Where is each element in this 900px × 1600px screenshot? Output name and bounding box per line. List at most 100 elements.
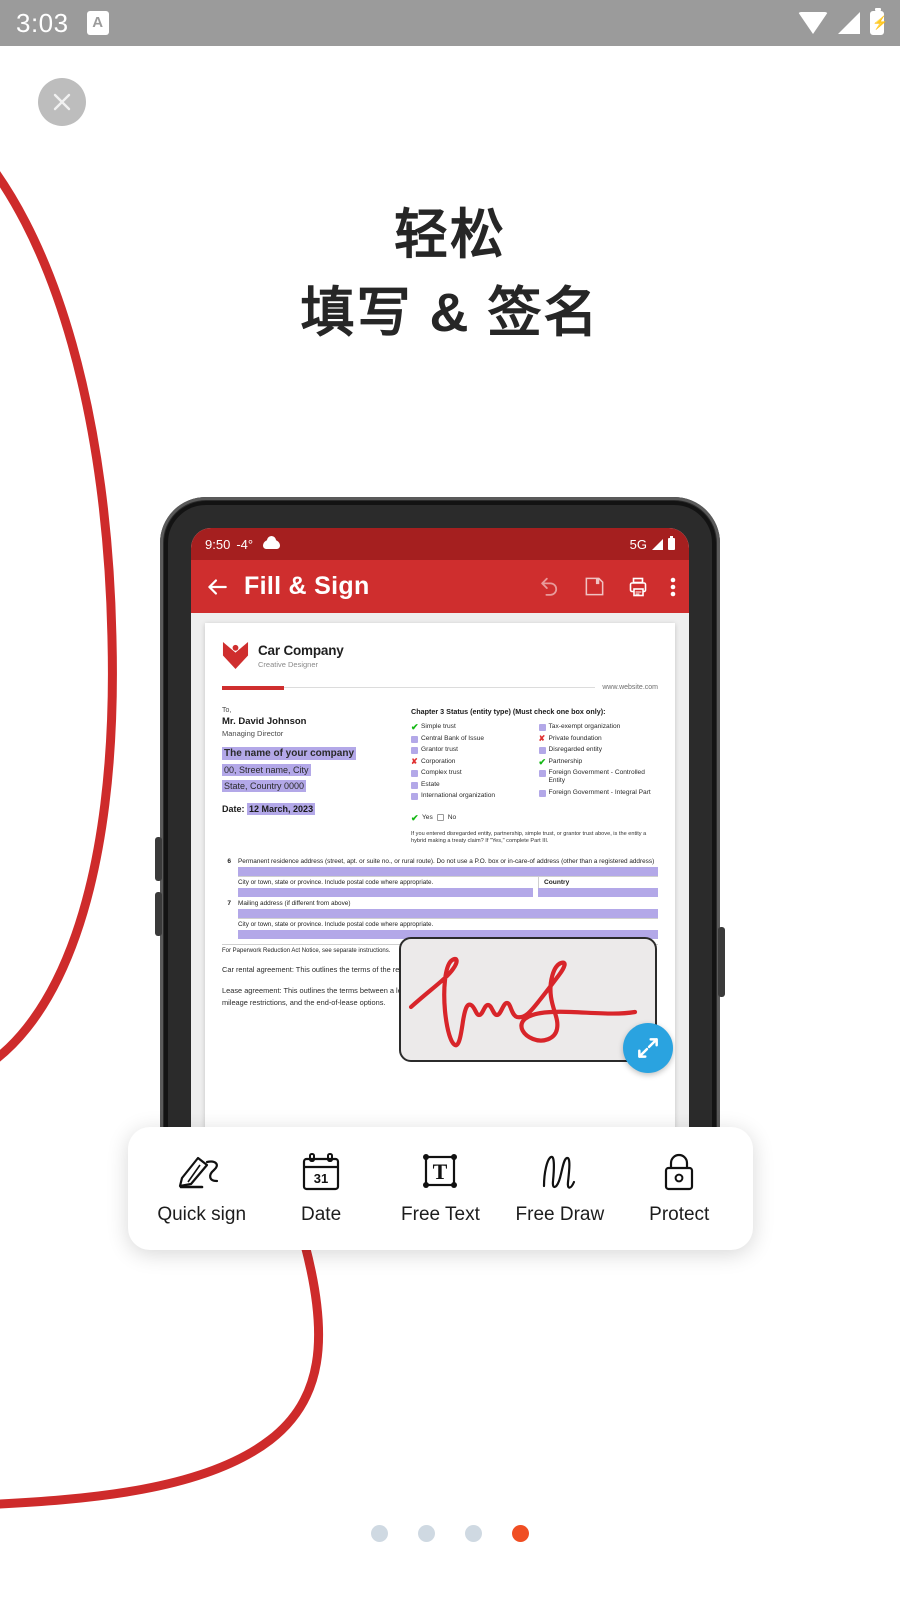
checkbox-empty (411, 770, 418, 777)
checkbox-column-right: Tax-exempt organization ✘ Private foundati… (538, 723, 659, 804)
yes-no-row[interactable]: ✔ Yes No (411, 813, 658, 822)
pagination-dot[interactable] (465, 1525, 482, 1542)
row-6-country-input[interactable] (538, 887, 658, 897)
tool-quick-sign[interactable]: Quick sign (143, 1151, 261, 1226)
more-options-icon[interactable] (670, 575, 676, 599)
phone-mockup: 9:50 -4° 5G Fill & Sign Car Company Crea… (155, 497, 725, 1157)
row-7-city-label: City or town, state or province. Include… (238, 920, 434, 928)
pagination-dot[interactable] (418, 1525, 435, 1542)
checkbox-label: Central Bank of Issue (421, 734, 485, 742)
field-street-row[interactable]: 00, Street name, City (222, 764, 397, 776)
checkbox-grid: ✔ Simple trust Central Bank of Issue Granto… (411, 723, 658, 804)
signature-ink (408, 956, 638, 1048)
row-7-number: 7 (227, 899, 231, 907)
print-icon[interactable] (626, 575, 650, 599)
checkbox-label: Tax-exempt organization (548, 723, 621, 730)
phone-status-time: 9:50 (205, 536, 231, 552)
tool-label-free-text: Free Text (401, 1204, 480, 1225)
checkbox-row[interactable]: Foreign Government - Integral Part (538, 788, 659, 797)
signature-overlay[interactable] (399, 937, 657, 1062)
pagination-dot[interactable] (371, 1525, 388, 1542)
pagination-dot-active[interactable] (512, 1525, 529, 1542)
checkbox-label: Grantor trust (421, 746, 459, 753)
checkbox-label: Simple trust (421, 723, 456, 730)
save-icon[interactable] (583, 575, 606, 598)
row-6-input[interactable] (238, 866, 658, 876)
protect-lock-icon (665, 1153, 694, 1191)
tool-date[interactable]: 31 Date (262, 1151, 380, 1226)
yes-label: Yes (422, 813, 433, 821)
cloud-icon (263, 535, 281, 549)
checkbox-row[interactable]: Tax-exempt organization (538, 723, 659, 731)
row-6-city-input[interactable] (238, 887, 533, 897)
checkbox-row[interactable]: International organization (411, 792, 531, 800)
checkbox-label: Partnership (548, 757, 583, 765)
company-tagline: Creative Designer (258, 660, 319, 669)
checkbox-label: Private foundation (548, 734, 602, 742)
document-left-column: To, Mr. David Johnson Managing Director … (222, 707, 397, 846)
checkbox-row[interactable]: Complex trust (411, 769, 531, 777)
undo-icon[interactable] (538, 574, 563, 599)
row-7-label: Mailing address (if different from above… (238, 899, 351, 907)
row-6-city-label: City or town, state or province. Include… (238, 878, 434, 886)
date-row[interactable]: Date: 12 March, 2023 (222, 803, 397, 815)
divider-line (284, 686, 596, 689)
field-company-row[interactable]: The name of your company (222, 747, 397, 760)
checkbox-row[interactable]: Central Bank of Issue (411, 735, 531, 743)
company-website: www.website.com (602, 684, 658, 691)
checkbox-empty (538, 770, 546, 777)
row-7-input[interactable] (238, 908, 658, 918)
tool-label-date: Date (301, 1204, 342, 1225)
tool-label-protect: Protect (649, 1204, 710, 1225)
document-right-column: Chapter 3 Status (entity type) (Must che… (411, 707, 658, 846)
row-6-country-label: Country (538, 876, 658, 888)
document-columns: To, Mr. David Johnson Managing Director … (222, 707, 658, 846)
checkbox-label: Disregarded entity (548, 746, 603, 753)
checkbox-row[interactable]: ✔ Simple trust (411, 723, 531, 732)
checkbox-label: Foreign Government - Controlled Entity (548, 769, 645, 784)
back-arrow-icon[interactable] (204, 574, 230, 600)
headline-line-1: 轻松 (394, 205, 506, 265)
checkbox-label: Foreign Government - Integral Part (548, 788, 651, 796)
phone-side-button-top (155, 837, 162, 881)
resize-expand-icon (638, 1038, 658, 1058)
checkbox-row[interactable]: Estate (411, 781, 531, 789)
app-bar-actions (538, 574, 676, 599)
recipient-role: Managing Director (222, 729, 284, 738)
field-street-value: 00, Street name, City (222, 764, 311, 776)
phone-volume-button (718, 927, 725, 997)
checkbox-label: Corporation (421, 757, 456, 765)
close-icon (53, 93, 71, 111)
checkbox-row[interactable]: Disregarded entity (538, 746, 659, 754)
recipient-name: Mr. David Johnson (222, 716, 307, 727)
checkbox-row[interactable]: ✘ Private foundation (539, 734, 659, 743)
checkbox-row[interactable]: Foreign Government - Controlled Entity (538, 769, 659, 785)
tool-free-text[interactable]: T Free Text (381, 1151, 499, 1226)
checkbox-empty (411, 781, 418, 789)
resize-handle-button[interactable] (623, 1023, 673, 1073)
row-6-city-country-inputs[interactable] (238, 887, 658, 897)
checkbox-row[interactable]: ✔ Partnership (539, 757, 659, 766)
phone-status-right: 5G (630, 536, 675, 552)
divider-accent (222, 685, 284, 690)
tool-protect[interactable]: Protect (620, 1151, 738, 1226)
checkbox-label: Complex trust (421, 769, 462, 776)
free-text-glyph: T (433, 1159, 448, 1184)
to-label: To, (222, 707, 232, 714)
checkbox-row[interactable]: ✘ Corporation (411, 757, 531, 766)
row-6-city-country-labels: City or town, state or province. Include… (238, 875, 658, 888)
checkbox-row[interactable]: Grantor trust (411, 746, 531, 754)
document-viewport[interactable]: Car Company Creative Designer www.websit… (191, 613, 689, 1157)
status-bar-app-badge-icon: A (86, 11, 109, 35)
phone-side-button-bottom (155, 892, 162, 936)
field-state-row[interactable]: State, Country 0000 (222, 780, 397, 792)
field-company-value: The name of your company (222, 747, 357, 760)
close-button[interactable] (38, 78, 86, 126)
checkbox-empty (411, 747, 418, 754)
wifi-icon (798, 12, 828, 34)
checkbox-empty (538, 724, 546, 731)
row-7-city-label-wrap: City or town, state or province. Include… (238, 917, 658, 930)
no-checkbox[interactable] (436, 814, 444, 821)
tool-free-draw[interactable]: Free Draw (501, 1151, 619, 1226)
checkbox-empty (538, 747, 546, 754)
